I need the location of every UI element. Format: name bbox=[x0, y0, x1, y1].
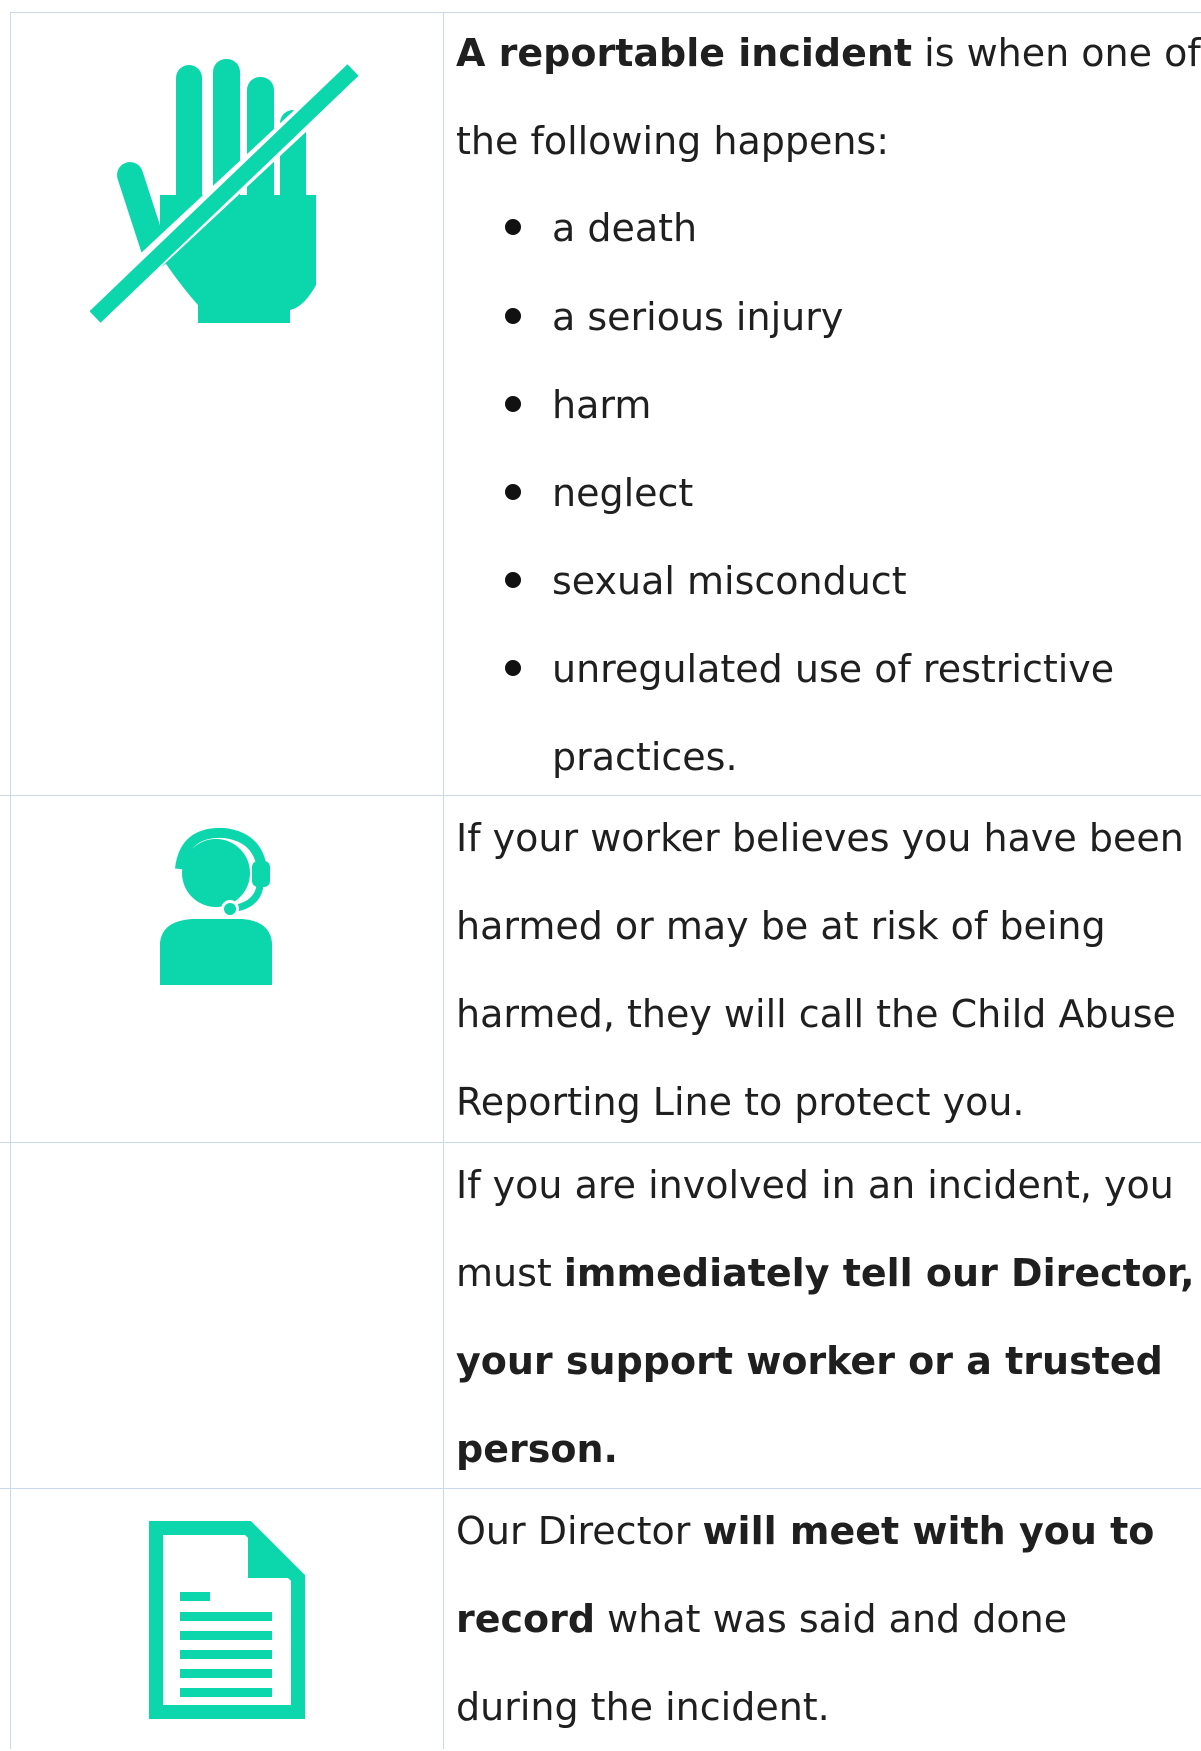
text-line: Reporting Line to protect you. bbox=[456, 1080, 1025, 1124]
intro-line: A reportable incident is when one of bbox=[456, 9, 1201, 97]
text-line: harmed or may be at risk of being bbox=[456, 904, 1106, 948]
list-item: a serious injury bbox=[552, 295, 844, 339]
text-line: Our Director will meet with you to bbox=[456, 1487, 1201, 1575]
row-4-text: Our Director will meet with you to recor… bbox=[456, 1487, 1201, 1751]
text-line: during the incident. bbox=[456, 1685, 830, 1729]
list-item: neglect bbox=[552, 471, 694, 515]
document-icon bbox=[149, 1521, 305, 1719]
text-line: must immediately tell our Director, bbox=[456, 1229, 1201, 1317]
row-1-text: A reportable incident is when one of the… bbox=[456, 9, 1201, 185]
person-bold: person. bbox=[456, 1427, 618, 1471]
text-line: person. bbox=[456, 1405, 1201, 1493]
list-item: harm bbox=[552, 383, 652, 427]
what-was-said-text: what was said and done bbox=[595, 1597, 1068, 1641]
row-3-text: If you are involved in an incident, you … bbox=[456, 1141, 1201, 1493]
text-line: If you are involved in an incident, you bbox=[456, 1163, 1174, 1207]
director-text: Our Director bbox=[456, 1509, 703, 1553]
bullet-dot bbox=[505, 308, 521, 324]
row-2-text: If your worker believes you have been ha… bbox=[456, 794, 1201, 1146]
bullet-dot bbox=[505, 219, 521, 235]
text-line: record what was said and done bbox=[456, 1575, 1201, 1663]
tell-director-bold: immediately tell our Director, bbox=[563, 1251, 1195, 1295]
reportable-incident-bold: A reportable incident bbox=[456, 31, 913, 75]
text-line: If your worker believes you have been bbox=[456, 816, 1184, 860]
list-item-continuation: practices. bbox=[552, 735, 738, 779]
list-item: a death bbox=[552, 206, 698, 250]
list-item: sexual misconduct bbox=[552, 559, 907, 603]
headset-person-icon bbox=[160, 827, 272, 985]
no-hand-icon bbox=[90, 58, 365, 326]
must-text: must bbox=[456, 1251, 564, 1295]
text-line: harmed, they will call the Child Abuse bbox=[456, 992, 1176, 1036]
intro-rest: is when one of bbox=[912, 31, 1201, 75]
meet-with-you-bold: will meet with you to bbox=[702, 1509, 1155, 1553]
intro-line-2: the following happens: bbox=[456, 119, 890, 163]
bullet-dot bbox=[505, 396, 521, 412]
bullet-dot bbox=[505, 484, 521, 500]
bullet-dot bbox=[505, 660, 521, 676]
text-line: your support worker or a trusted bbox=[456, 1317, 1201, 1405]
bullet-dot bbox=[505, 572, 521, 588]
support-worker-bold: your support worker or a trusted bbox=[456, 1339, 1163, 1383]
record-bold: record bbox=[456, 1597, 596, 1641]
list-item: unregulated use of restrictive bbox=[552, 647, 1115, 691]
